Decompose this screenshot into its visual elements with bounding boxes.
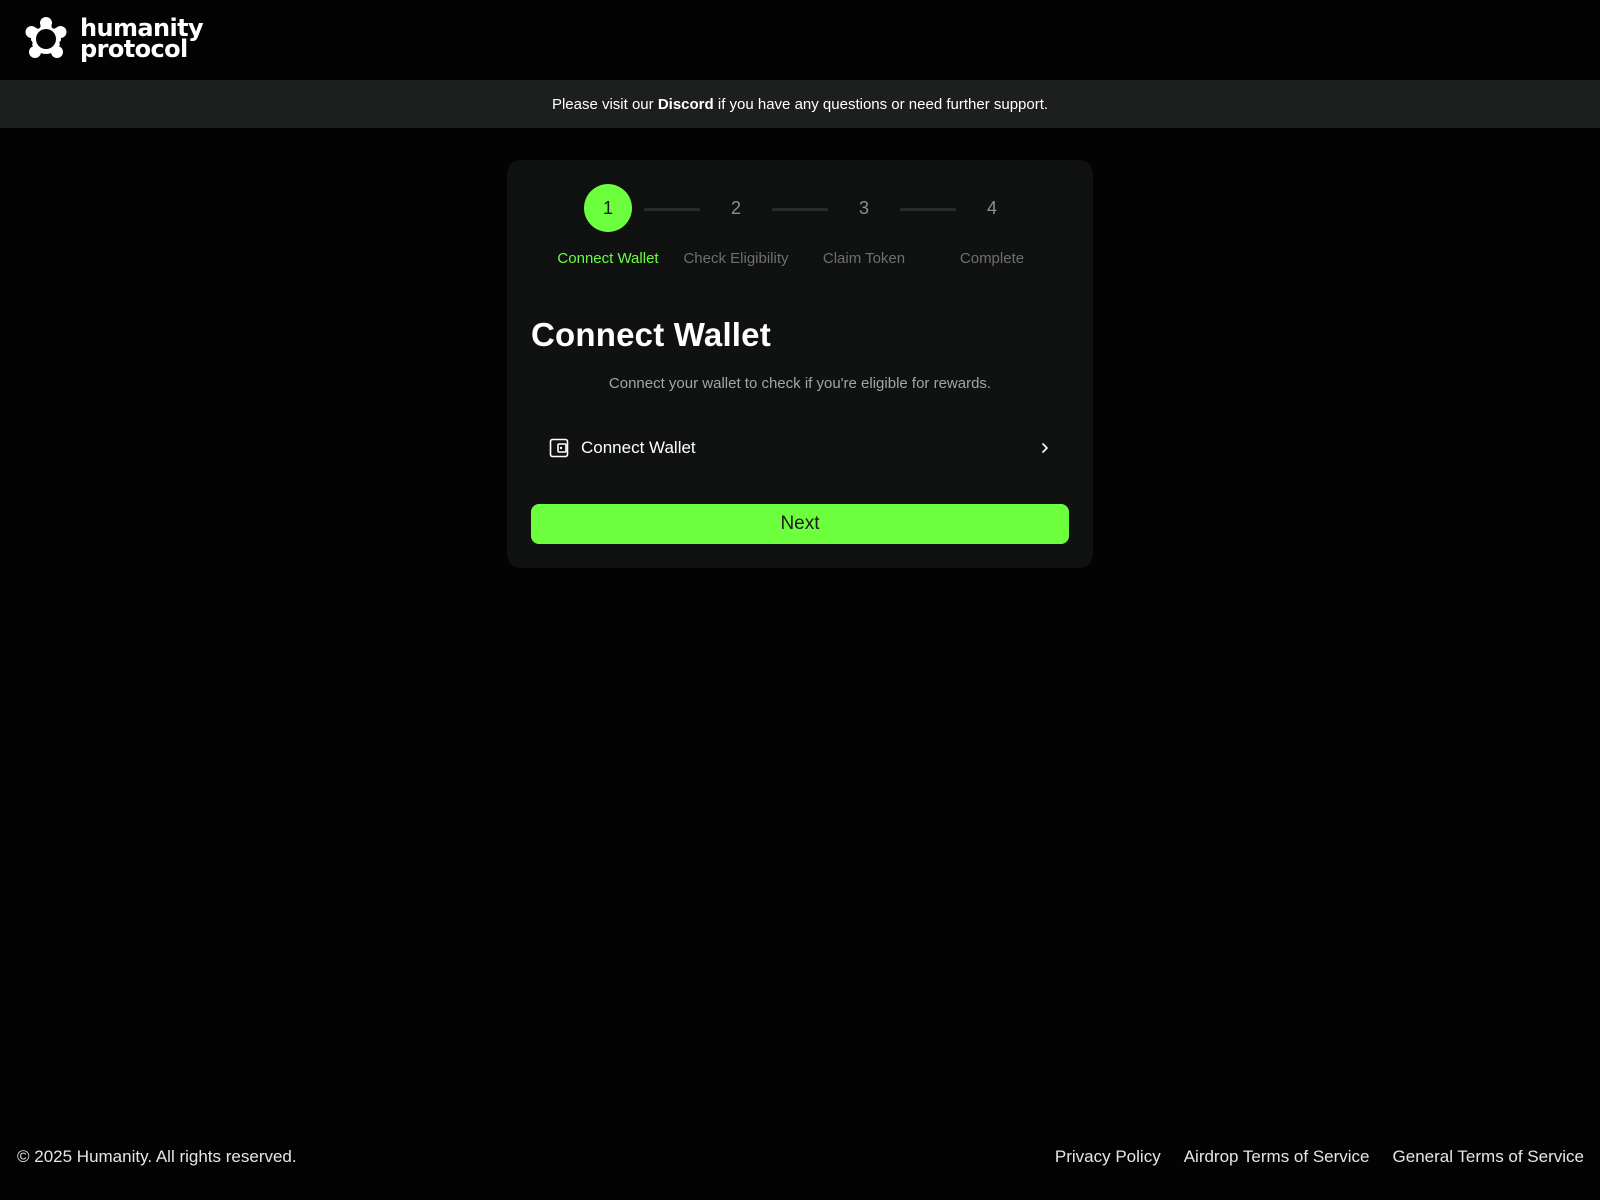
copyright-text: © 2025 Humanity. All rights reserved. <box>17 1147 297 1166</box>
banner-text-before: Please visit our <box>551 95 658 113</box>
step-number: 3 <box>858 197 869 218</box>
footer-links: Privacy Policy Airdrop Terms of Service … <box>1055 1147 1584 1167</box>
step-label: Complete <box>959 250 1025 267</box>
next-button[interactable]: Next <box>531 504 1069 544</box>
support-banner: Please visit our Discord if you have any… <box>0 80 1600 128</box>
general-terms-link[interactable]: General Terms of Service <box>1393 1147 1584 1167</box>
header: humanity protocol <box>0 0 1600 80</box>
step-claim-token: 3 Claim Token <box>809 184 919 268</box>
discord-link[interactable]: Discord <box>658 96 714 113</box>
privacy-policy-link[interactable]: Privacy Policy <box>1055 1147 1161 1167</box>
page-title: Connect Wallet <box>531 316 771 353</box>
chevron-right-icon <box>1042 443 1048 453</box>
page-subtitle: Connect your wallet to check if you're e… <box>608 375 992 392</box>
connect-wallet-option[interactable]: Connect Wallet <box>531 424 1069 472</box>
logo-line-2: protocol <box>80 35 188 63</box>
logo-mark-icon <box>25 17 67 60</box>
connect-wallet-card: 1 Connect Wallet 2 Check Eligibility 3 C… <box>507 160 1093 568</box>
banner-text-after: if you have any questions or need furthe… <box>713 95 1049 113</box>
step-complete: 4 Complete <box>937 184 1047 268</box>
step-connect-wallet: 1 Connect Wallet <box>553 184 663 267</box>
page: humanity protocol Please visit our Disco… <box>0 0 1600 1200</box>
step-check-eligibility: 2 Check Eligibility <box>681 184 791 268</box>
step-label: Check Eligibility <box>683 250 789 267</box>
step-number: 2 <box>730 197 741 218</box>
step-label: Connect Wallet <box>557 250 659 267</box>
step-label: Claim Token <box>822 250 906 267</box>
step-number: 4 <box>986 197 997 218</box>
step-number: 1 <box>584 184 632 232</box>
connect-wallet-label: Connect Wallet <box>581 438 696 457</box>
airdrop-terms-link[interactable]: Airdrop Terms of Service <box>1184 1147 1370 1167</box>
logo-wordmark: humanity protocol <box>80 16 204 63</box>
wallet-icon <box>549 438 569 458</box>
humanity-protocol-logo[interactable]: humanity protocol <box>23 16 204 63</box>
